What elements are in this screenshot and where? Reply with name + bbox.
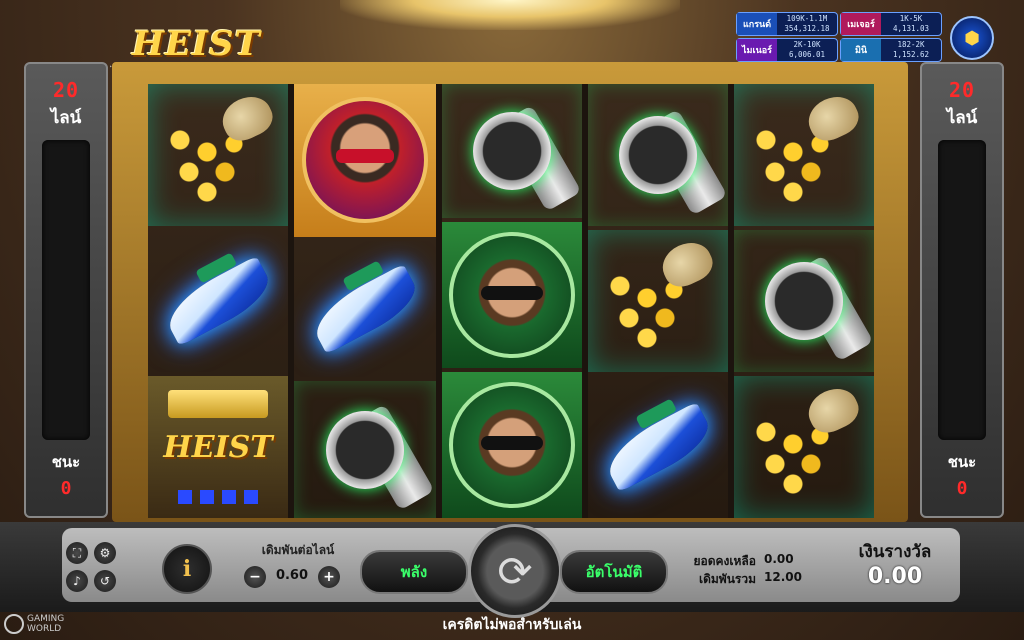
jackpot-major-range: 1K-5K <box>899 14 923 23</box>
gold-bars-icon <box>168 390 268 418</box>
symbol-speedboat <box>588 376 728 518</box>
jackpot-minor: ไมเนอร์ 2K-10K 6,006.01 <box>736 38 838 62</box>
symbol-heist-wild: HEIST <box>148 376 288 518</box>
jackpot-grand-range: 109K-1.1M <box>786 14 828 23</box>
info-button[interactable]: i <box>162 544 212 594</box>
footer-message: เครดิตไม่พอสำหรับเล่น <box>442 617 582 633</box>
watch-face-icon <box>765 262 843 340</box>
left-lines-label: ไลน์ <box>50 108 82 128</box>
balance-label: ยอดคงเหลือ <box>693 554 757 568</box>
jackpot-mini: มินิ 182-2K 1,152.62 <box>840 38 942 62</box>
right-lines-panel: 20 ไลน์ ชนะ 0 <box>920 62 1004 518</box>
sound-icon[interactable]: ♪ <box>66 570 88 592</box>
left-win-value: 0 <box>60 478 72 499</box>
watch-face-icon <box>326 410 404 489</box>
right-lines-count: 20 <box>948 78 976 102</box>
bet-per-line-value: 0.60 <box>275 568 309 583</box>
left-lines-count: 20 <box>52 78 80 102</box>
symbol-boss <box>294 84 436 237</box>
bet-per-line-label: เดิมพันต่อไลน์ <box>261 543 335 557</box>
bet-increase-button[interactable]: + <box>318 566 340 588</box>
win-amount: 0.00 <box>867 564 923 589</box>
gaming-world-badge-icon[interactable]: ⬢ <box>950 16 994 60</box>
reel-5 <box>734 84 874 518</box>
symbol-money-bag <box>734 376 874 518</box>
jackpot-mini-name: มินิ <box>841 39 881 61</box>
reel-3 <box>442 84 582 518</box>
thief-portrait-icon <box>449 382 575 508</box>
jackpot-mini-range: 182-2K <box>897 40 925 49</box>
settings-icon-grid: ⛶ ⚙ ♪ ↺ <box>66 542 118 594</box>
symbol-watch <box>734 230 874 372</box>
symbol-money-bag <box>734 84 874 226</box>
right-meter <box>938 140 986 440</box>
symbol-money-bag <box>148 84 288 226</box>
heist-symbol-text: HEIST <box>163 429 273 465</box>
symbol-speedboat <box>148 230 288 372</box>
jackpot-grand-value: 354,312.18 <box>784 24 830 33</box>
win-title: เงินรางวัล <box>858 542 932 562</box>
jackpot-major-value: 4,131.03 <box>892 24 930 33</box>
spin-button[interactable]: ⟳ <box>468 524 562 618</box>
reel-1: HEIST <box>148 84 288 518</box>
total-bet-label: เดิมพันรวม <box>698 572 756 586</box>
gems-icon <box>178 490 258 504</box>
watch-face-icon <box>619 116 697 194</box>
fullscreen-icon[interactable]: ⛶ <box>66 542 88 564</box>
chandelier-decoration <box>340 0 680 30</box>
left-meter <box>42 140 90 440</box>
balance-row: ยอดคงเหลือ 0.00 <box>686 552 794 571</box>
jackpot-grand: แกรนด์ 109K-1.1M 354,312.18 <box>736 12 838 36</box>
symbol-watch <box>294 381 436 518</box>
jackpot-minor-range: 2K-10K <box>793 40 821 49</box>
right-win-label: ชนะ <box>947 453 977 471</box>
reel-2 <box>294 84 436 518</box>
reel-grid: HEIST <box>148 84 874 518</box>
spin-arrows-icon: ⟳ <box>497 546 533 596</box>
boss-portrait-icon <box>302 97 428 224</box>
symbol-money-bag <box>588 230 728 372</box>
history-icon[interactable]: ↺ <box>94 570 116 592</box>
red-shades-icon <box>336 149 394 164</box>
gear-icon[interactable]: ⚙ <box>94 542 116 564</box>
eye-mask-icon <box>481 436 543 450</box>
jackpot-minor-name: ไมเนอร์ <box>737 39 777 61</box>
total-bet-row: เดิมพันรวม 12.00 <box>686 570 802 589</box>
jackpot-mini-value: 1,152.62 <box>892 50 930 59</box>
right-lines-label: ไลน์ <box>946 108 978 128</box>
symbol-speedboat <box>294 241 436 378</box>
symbol-watch <box>588 84 728 226</box>
thief-portrait-icon <box>449 232 575 358</box>
autoplay-button[interactable]: อัตโนมัติ <box>560 550 668 594</box>
balance-value: 0.00 <box>764 552 794 566</box>
bet-decrease-button[interactable]: − <box>244 566 266 588</box>
symbol-masked-thief <box>442 372 582 518</box>
right-win-value: 0 <box>956 478 968 499</box>
jackpot-major: เมเจอร์ 1K-5K 4,131.03 <box>840 12 942 36</box>
jackpot-grand-name: แกรนด์ <box>737 13 777 35</box>
symbol-watch <box>442 84 582 218</box>
symbol-masked-thief <box>442 222 582 368</box>
reel-4 <box>588 84 728 518</box>
eye-mask-icon <box>481 286 543 300</box>
left-lines-panel: 20 ไลน์ ชนะ 0 <box>24 62 108 518</box>
power-button[interactable]: พลัง <box>360 550 468 594</box>
left-win-label: ชนะ <box>51 453 81 471</box>
jackpot-minor-value: 6,006.01 <box>788 50 826 59</box>
watch-face-icon <box>473 112 551 190</box>
jackpot-major-name: เมเจอร์ <box>841 13 881 35</box>
total-bet-value: 12.00 <box>764 570 802 584</box>
